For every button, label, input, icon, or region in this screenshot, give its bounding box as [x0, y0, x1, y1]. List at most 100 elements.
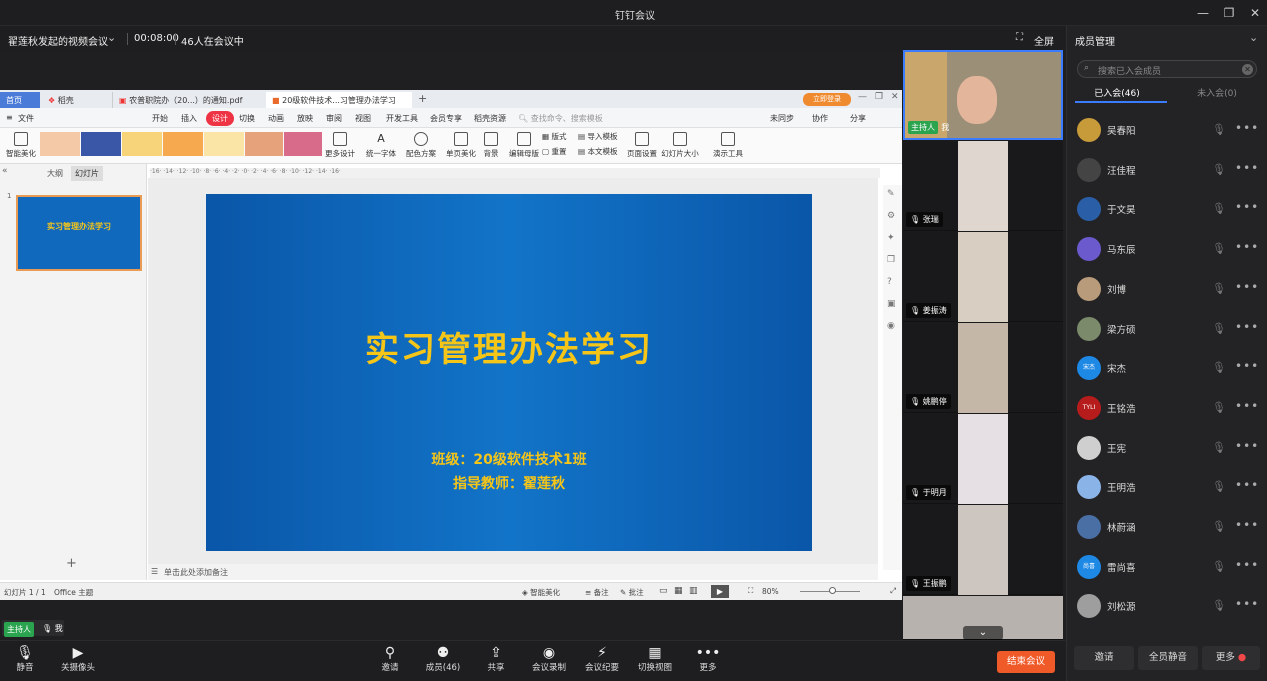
microphone-muted-icon[interactable]: 🎙︎	[1212, 322, 1226, 336]
camera-button[interactable]: ▶ 关摄像头	[52, 645, 104, 673]
member-row[interactable]: 刘博 🎙︎ •••	[1067, 269, 1267, 309]
page-setup-tool[interactable]: 页面设置	[626, 132, 658, 159]
record-button[interactable]: ◉ 会议录制	[524, 645, 574, 673]
more-options-icon[interactable]: •••	[1235, 597, 1259, 611]
more-options-icon[interactable]: •••	[1235, 558, 1259, 572]
more-options-icon[interactable]: •••	[1235, 359, 1259, 373]
slide-thumbnail[interactable]: 实习管理办法学习	[16, 195, 142, 271]
more-options-icon[interactable]: •••	[1235, 320, 1259, 334]
menu-slideshow[interactable]: 放映	[297, 113, 313, 124]
more-options-icon[interactable]: •••	[1235, 280, 1259, 294]
menu-design[interactable]: 设计	[206, 111, 234, 126]
style-icon[interactable]: ✎	[887, 189, 895, 199]
fit-icon[interactable]: ⛶	[748, 586, 753, 596]
video-tile[interactable]: 🎙 张瑞	[903, 141, 1063, 231]
hamburger-icon[interactable]: ≡	[6, 113, 13, 122]
video-tile[interactable]: 🎙 于明月	[903, 414, 1063, 504]
invite-button[interactable]: 邀请	[1074, 646, 1134, 670]
reset-tool[interactable]: ▢ 重置	[542, 146, 566, 157]
settings-icon[interactable]: ⚙	[887, 211, 895, 221]
template-thumb[interactable]	[163, 132, 203, 156]
smart-beautify-status[interactable]: ◈ 智能美化	[522, 587, 560, 598]
fullscreen-button[interactable]: 全屏	[1034, 33, 1054, 48]
minimize-icon[interactable]: —	[1192, 4, 1214, 22]
template-thumb[interactable]	[81, 132, 121, 156]
microphone-muted-icon[interactable]: 🎙︎	[1212, 361, 1226, 375]
microphone-muted-icon[interactable]: 🎙︎	[1212, 202, 1226, 216]
collaborate-button[interactable]: 协作	[812, 113, 828, 124]
page-beautify-tool[interactable]: 单页美化	[444, 132, 478, 159]
slide-canvas[interactable]: 实习管理办法学习 班级：20级软件技术1班 指导教师：翟莲秋	[206, 194, 812, 551]
this-template-tool[interactable]: ▤ 本文模板	[578, 146, 617, 157]
tab-slides[interactable]: 幻灯片	[71, 166, 103, 181]
more-members-button[interactable]: 更多 ●	[1202, 646, 1260, 670]
member-search-input[interactable]: ⌕ 搜索已入会成员 ✕	[1077, 60, 1257, 78]
tab-home[interactable]: 首页	[0, 92, 40, 108]
member-row[interactable]: 宋杰 宋杰 🎙︎ •••	[1067, 348, 1267, 388]
more-options-icon[interactable]: •••	[1235, 478, 1259, 492]
menu-view[interactable]: 视图	[355, 113, 371, 124]
video-tile[interactable]: 🎙 姜振涛	[903, 232, 1063, 322]
fullscreen-icon[interactable]: ⛶	[1016, 32, 1023, 43]
smart-beautify-tool[interactable]: 智能美化	[4, 132, 38, 159]
meeting-title[interactable]: 翟莲秋发起的视频会议	[8, 33, 108, 48]
image-icon[interactable]: ▣	[887, 299, 896, 309]
tab-ppt[interactable]: ■ 20级软件技术...习管理办法学习	[266, 92, 412, 108]
template-thumb[interactable]	[122, 132, 162, 156]
more-button[interactable]: ••• 更多	[683, 645, 733, 673]
microphone-muted-icon[interactable]: 🎙︎	[1212, 242, 1226, 256]
chevron-down-icon[interactable]: ⌄	[107, 31, 116, 44]
template-thumbnails[interactable]	[40, 132, 322, 156]
collapse-icon[interactable]: «	[2, 166, 8, 176]
microphone-muted-icon[interactable]: 🎙︎	[1212, 560, 1226, 574]
member-row[interactable]: 王宪 🎙︎ •••	[1067, 428, 1267, 468]
menu-animation[interactable]: 动画	[268, 113, 284, 124]
more-options-icon[interactable]: •••	[1235, 399, 1259, 413]
comments-toggle[interactable]: ✎ 批注	[620, 587, 644, 598]
mute-all-button[interactable]: 全员静音	[1138, 646, 1198, 670]
tab-joined[interactable]: 已入会(46)	[1067, 86, 1167, 99]
menu-developer[interactable]: 开发工具	[386, 113, 418, 124]
more-design-tool[interactable]: 更多设计	[325, 132, 355, 159]
close-icon[interactable]: ✕	[891, 92, 899, 102]
chevron-down-icon[interactable]: ⌄	[1249, 31, 1258, 44]
tab-outline[interactable]: 大纲	[47, 168, 63, 179]
zoom-level[interactable]: 80%	[762, 587, 779, 596]
menu-file[interactable]: 文件	[18, 113, 34, 124]
close-icon[interactable]: ✕	[1244, 4, 1266, 22]
menu-insert[interactable]: 插入	[181, 113, 197, 124]
login-button[interactable]: 立即登录	[803, 93, 851, 106]
microphone-muted-icon[interactable]: 🎙︎	[1212, 441, 1226, 455]
member-row[interactable]: 尚喜 雷尚喜 🎙︎ •••	[1067, 547, 1267, 587]
zoom-handle[interactable]	[829, 587, 836, 594]
microphone-muted-icon[interactable]: 🎙︎	[1212, 599, 1226, 613]
location-icon[interactable]: ◉	[887, 321, 895, 331]
share-screen-button[interactable]: ⇪ 共享	[471, 645, 521, 673]
import-template-tool[interactable]: ▤ 导入模板	[578, 131, 617, 142]
menu-resources[interactable]: 稻壳资源	[474, 113, 506, 124]
more-options-icon[interactable]: •••	[1235, 121, 1259, 135]
sync-status[interactable]: 未同步	[770, 113, 794, 124]
template-thumb[interactable]	[40, 132, 80, 156]
members-button[interactable]: ⚉ 成员(46)	[418, 645, 468, 673]
fit-window-icon[interactable]: ⤢	[890, 586, 896, 596]
minimize-icon[interactable]: —	[858, 92, 867, 102]
restore-icon[interactable]: ❐	[875, 92, 883, 102]
minutes-button[interactable]: ⚡ 会议纪要	[577, 645, 627, 673]
unify-font-tool[interactable]: A 统一字体	[362, 132, 400, 159]
sorter-view-icon[interactable]: ▦	[674, 586, 683, 596]
more-options-icon[interactable]: •••	[1235, 518, 1259, 532]
switch-view-button[interactable]: ▦ 切换视图	[630, 645, 680, 673]
template-thumb[interactable]	[284, 132, 322, 156]
template-thumb[interactable]	[204, 132, 244, 156]
more-options-icon[interactable]: •••	[1235, 439, 1259, 453]
clear-icon[interactable]: ✕	[1242, 64, 1253, 75]
microphone-muted-icon[interactable]: 🎙︎	[1212, 123, 1226, 137]
menu-review[interactable]: 审阅	[326, 113, 342, 124]
menu-start[interactable]: 开始	[152, 113, 168, 124]
member-row[interactable]: 梁方硕 🎙︎ •••	[1067, 309, 1267, 349]
template-thumb[interactable]	[245, 132, 283, 156]
video-tile-self[interactable]: 主持人 我	[903, 50, 1063, 140]
layout-tool[interactable]: ▦ 版式	[542, 131, 566, 142]
maximize-icon[interactable]: ❐	[1218, 4, 1240, 22]
